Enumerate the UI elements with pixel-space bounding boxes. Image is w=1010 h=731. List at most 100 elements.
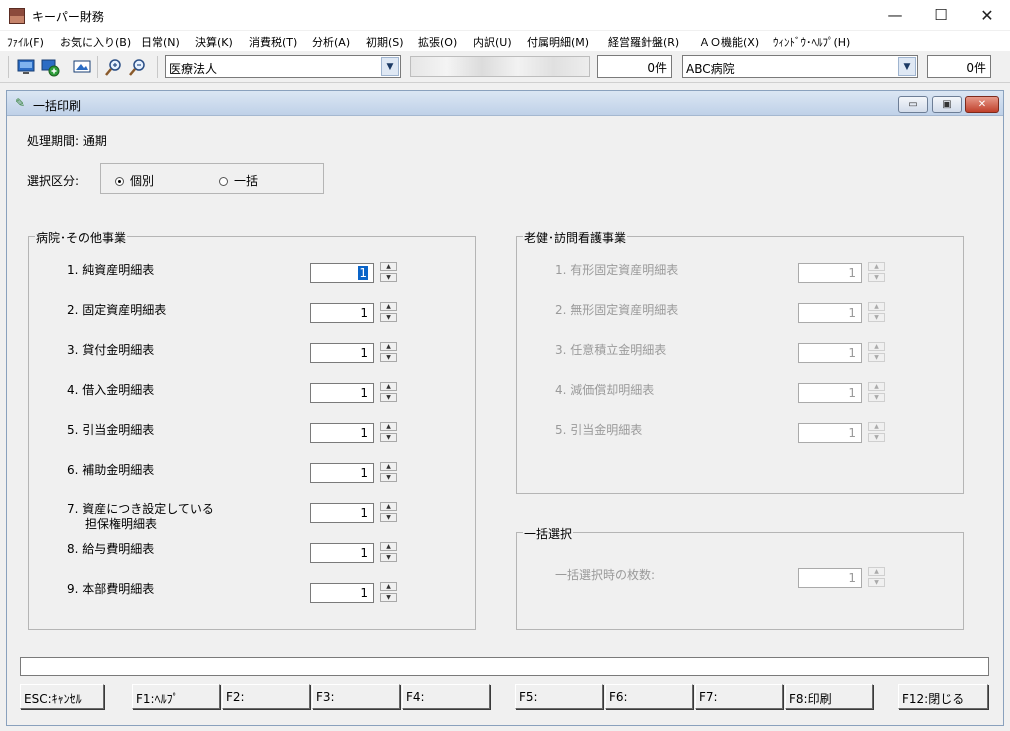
zoom-out-icon[interactable]: [128, 57, 148, 77]
spinner[interactable]: ▲ ▼: [380, 422, 397, 442]
hospital-item-label: 8. 給与費明細表: [67, 542, 155, 556]
hospital-item-label: 5. 引当金明細表: [67, 423, 155, 437]
hospital-item-count[interactable]: 1: [310, 423, 374, 443]
spinner[interactable]: ▲ ▼: [380, 382, 397, 402]
spinner[interactable]: ▲ ▼: [380, 582, 397, 602]
spin-down-icon[interactable]: ▼: [380, 273, 397, 282]
spin-up-icon[interactable]: ▲: [380, 582, 397, 591]
hospital-item-count[interactable]: 1: [310, 383, 374, 403]
spinner[interactable]: ▲ ▼: [380, 262, 397, 282]
hospital-item-value: 1: [358, 266, 368, 280]
zoom-in-icon[interactable]: [104, 57, 124, 77]
f1-help-button[interactable]: F1:ﾍﾙﾌﾟ: [132, 684, 220, 709]
f6-button[interactable]: F6:: [605, 684, 693, 709]
radio-bulk[interactable]: 一括: [219, 172, 258, 189]
f8-print-button[interactable]: F8:印刷: [785, 684, 873, 709]
menu-file[interactable]: ﾌｧｲﾙ(F): [7, 34, 44, 50]
radio-individual[interactable]: 個別: [115, 172, 154, 189]
spinner[interactable]: ▲ ▼: [380, 462, 397, 482]
chevron-down-icon[interactable]: ▼: [381, 57, 399, 76]
hospital-item-count[interactable]: 1: [310, 263, 374, 283]
spin-down-icon[interactable]: ▼: [380, 473, 397, 482]
spin-up-icon[interactable]: ▲: [380, 262, 397, 271]
menu-breakdown[interactable]: 内訳(U): [473, 34, 512, 50]
spin-up-icon[interactable]: ▲: [380, 542, 397, 551]
elderly-item-label: 1. 有形固定資産明細表: [555, 263, 679, 277]
close-button[interactable]: ✕: [964, 0, 1010, 31]
menu-window-help[interactable]: ｳｨﾝﾄﾞｳ･ﾍﾙﾌﾟ(H): [773, 34, 850, 50]
f12-close-button[interactable]: F12:閉じる: [898, 684, 988, 709]
menu-favorites[interactable]: お気に入り(B): [60, 34, 131, 50]
menu-schedules[interactable]: 付属明細(M): [527, 34, 589, 50]
corp-type-select[interactable]: 医療法人 ▼: [165, 55, 401, 78]
dialog-close-button[interactable]: ✕: [965, 96, 999, 113]
menu-compass[interactable]: 経営羅針盤(R): [608, 34, 679, 50]
spin-up-icon: ▲: [868, 262, 885, 271]
spinner[interactable]: ▲ ▼: [380, 302, 397, 322]
menu-extension[interactable]: 拡張(O): [418, 34, 457, 50]
spin-up-icon[interactable]: ▲: [380, 422, 397, 431]
refresh-icon[interactable]: [40, 57, 60, 77]
hospital-group-title: 病院･その他事業: [35, 229, 128, 246]
menu-consumption-tax[interactable]: 消費税(T): [249, 34, 297, 50]
spin-up-icon[interactable]: ▲: [380, 302, 397, 311]
elderly-item-count: 1: [798, 383, 862, 403]
f2-button[interactable]: F2:: [222, 684, 310, 709]
spin-down-icon[interactable]: ▼: [380, 353, 397, 362]
menu-initial[interactable]: 初期(S): [366, 34, 404, 50]
spin-up-icon[interactable]: ▲: [380, 502, 397, 511]
screen-icon[interactable]: [72, 57, 92, 77]
hospital-item-count[interactable]: 1: [310, 463, 374, 483]
spin-up-icon[interactable]: ▲: [380, 382, 397, 391]
maximize-button[interactable]: ☐: [918, 0, 964, 31]
minimize-button[interactable]: —: [872, 0, 918, 31]
spin-down-icon[interactable]: ▼: [380, 553, 397, 562]
menu-ao-functions[interactable]: ＡＯ機能(X): [699, 34, 759, 50]
dialog-minimize-button[interactable]: ▭: [898, 96, 928, 113]
spinner: ▲ ▼: [868, 302, 885, 322]
spin-up-icon[interactable]: ▲: [380, 462, 397, 471]
f7-button[interactable]: F7:: [695, 684, 783, 709]
spin-down-icon[interactable]: ▼: [380, 313, 397, 322]
spin-down-icon[interactable]: ▼: [380, 433, 397, 442]
hospital-item-label-line2: 担保権明細表: [85, 517, 158, 531]
spinner: ▲ ▼: [868, 262, 885, 282]
spin-up-icon[interactable]: ▲: [380, 342, 397, 351]
radio-unchecked-icon: [219, 177, 228, 186]
f4-button[interactable]: F4:: [402, 684, 490, 709]
esc-cancel-button[interactable]: ESC:ｷｬﾝｾﾙ: [20, 684, 104, 709]
dialog-title-bar: ✎ 一括印刷 ▭ ▣ ✕: [7, 91, 1003, 116]
elderly-item-count: 1: [798, 343, 862, 363]
spinner[interactable]: ▲ ▼: [380, 542, 397, 562]
dialog-restore-button[interactable]: ▣: [932, 96, 962, 113]
menu-daily[interactable]: 日常(N): [141, 34, 180, 50]
chevron-down-icon[interactable]: ▼: [898, 57, 916, 76]
f5-button[interactable]: F5:: [515, 684, 603, 709]
toolbar-separator: [97, 56, 98, 78]
bulk-count-field: 1: [798, 568, 862, 588]
hospital-item-count[interactable]: 1: [310, 543, 374, 563]
radio-bulk-label: 一括: [234, 174, 259, 188]
hospital-item-count[interactable]: 1: [310, 583, 374, 603]
hospital-item-count[interactable]: 1: [310, 343, 374, 363]
f3-button[interactable]: F3:: [312, 684, 400, 709]
spinner[interactable]: ▲ ▼: [380, 342, 397, 362]
spin-down-icon[interactable]: ▼: [380, 393, 397, 402]
facility-select[interactable]: ABC病院 ▼: [682, 55, 918, 78]
spin-up-icon: ▲: [868, 422, 885, 431]
spinner[interactable]: ▲ ▼: [380, 502, 397, 522]
spin-down-icon[interactable]: ▼: [380, 513, 397, 522]
monitor-icon[interactable]: [16, 57, 36, 77]
toolbar: 医療法人 ▼ 0件 ABC病院 ▼ 0件: [0, 51, 1010, 83]
print-icon: ✎: [15, 96, 26, 110]
hospital-item-count[interactable]: 1: [310, 303, 374, 323]
spinner: ▲ ▼: [868, 342, 885, 362]
spinner: ▲ ▼: [868, 382, 885, 402]
hospital-item-count[interactable]: 1: [310, 503, 374, 523]
menu-settlement[interactable]: 決算(K): [195, 34, 233, 50]
count-field-1: 0件: [597, 55, 672, 78]
menu-analysis[interactable]: 分析(A): [312, 34, 350, 50]
elderly-item-label: 5. 引当金明細表: [555, 423, 643, 437]
period-label: 処理期間: 通期: [27, 134, 107, 148]
spin-down-icon[interactable]: ▼: [380, 593, 397, 602]
